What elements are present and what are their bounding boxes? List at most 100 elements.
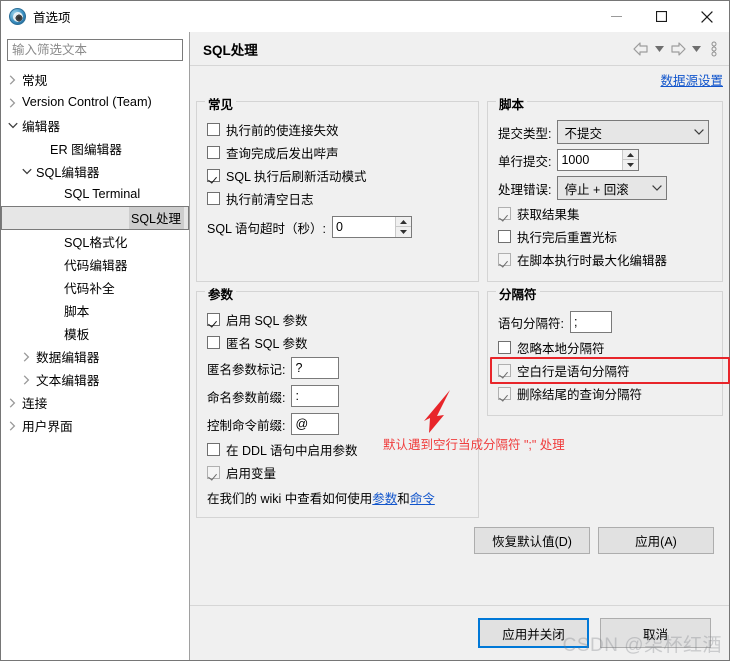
sidebar-item[interactable]: 用户界面 bbox=[1, 414, 189, 437]
sql-timeout-label: SQL 语句超时（秒）: bbox=[207, 221, 326, 236]
checkbox-anonymous-sql-parameters[interactable]: 匿名 SQL 参数 bbox=[207, 331, 468, 354]
sql-timeout-input[interactable] bbox=[333, 217, 395, 237]
search-input[interactable] bbox=[7, 39, 183, 61]
sql-timeout-stepper[interactable] bbox=[332, 216, 412, 238]
chevron-down-icon[interactable] bbox=[5, 122, 20, 129]
sidebar-item[interactable]: SQL格式化 bbox=[1, 230, 189, 253]
statement-delimiter-row: 语句分隔符: bbox=[498, 308, 712, 336]
checkbox-label: 删除结尾的查询分隔符 bbox=[517, 388, 643, 402]
cancel-button[interactable]: 取消 bbox=[600, 618, 711, 648]
sidebar-item[interactable]: 编辑器 bbox=[1, 114, 189, 137]
forward-dropdown-chevron-down-icon[interactable] bbox=[689, 46, 704, 52]
checkbox-label: 执行完后重置光标 bbox=[517, 231, 618, 245]
sidebar-item[interactable]: 模板 bbox=[1, 322, 189, 345]
checkbox-refresh-active-schema[interactable]: SQL 执行后刷新活动模式 bbox=[207, 164, 468, 187]
back-dropdown-chevron-down-icon[interactable] bbox=[652, 46, 667, 52]
preferences-tree: 常规 Version Control (Team) 编辑器 ER 图编辑器 SQL编辑器… bbox=[1, 66, 189, 437]
settings-row-top: 常见 执行前的使连接失效 查询完成后发出哔声 SQL 执行后刷新活动模式 执行前… bbox=[196, 92, 723, 282]
checkbox-fetch-resultsets[interactable]: 获取结果集 bbox=[498, 202, 712, 225]
checkbox-clear-log-before-execute[interactable]: 执行前清空日志 bbox=[207, 187, 468, 210]
sidebar-item-label: 用户界面 bbox=[22, 419, 73, 434]
stepper-down-icon[interactable] bbox=[623, 160, 639, 170]
chevron-down-icon[interactable] bbox=[19, 168, 34, 175]
restore-defaults-button[interactable]: 恢复默认值(D) bbox=[474, 526, 590, 554]
checkbox-enable-variables[interactable]: 启用变量 bbox=[207, 461, 468, 484]
stepper-up-icon[interactable] bbox=[396, 217, 411, 227]
checkbox-ignore-native-delimiter[interactable]: 忽略本地分隔符 bbox=[498, 336, 712, 359]
sidebar-item[interactable]: 代码编辑器 bbox=[1, 253, 189, 276]
sidebar-item[interactable]: SQL编辑器 bbox=[1, 160, 189, 183]
annotation-text: 默认遇到空行当成分隔符 ";" 处理 bbox=[383, 438, 565, 452]
checkbox-box bbox=[207, 466, 220, 479]
delimiter-group: 分隔符 语句分隔符: 忽略本地分隔符 空白行是语句分隔符 bbox=[487, 284, 723, 416]
checkbox-box bbox=[207, 169, 220, 182]
commit-type-label: 提交类型: bbox=[498, 126, 552, 141]
sidebar-item-label: ER 图编辑器 bbox=[50, 142, 122, 157]
stepper-down-icon[interactable] bbox=[396, 227, 411, 237]
sidebar-item[interactable]: 文本编辑器 bbox=[1, 368, 189, 391]
checkbox-label: 执行前的使连接失效 bbox=[226, 124, 339, 138]
common-group-title: 常见 bbox=[205, 94, 237, 113]
chevron-down-icon bbox=[652, 185, 663, 191]
close-icon[interactable] bbox=[684, 1, 729, 32]
datasource-settings-link[interactable]: 数据源设置 bbox=[660, 70, 723, 89]
checkbox-box bbox=[207, 192, 220, 205]
back-arrow-icon[interactable] bbox=[630, 42, 652, 56]
sidebar-item-label: Version Control (Team) bbox=[22, 95, 152, 109]
checkbox-beep-on-query-end[interactable]: 查询完成后发出哔声 bbox=[207, 141, 468, 164]
sidebar-item[interactable]: 常规 bbox=[1, 68, 189, 91]
sidebar-item[interactable]: 代码补全 bbox=[1, 276, 189, 299]
statement-delimiter-input[interactable] bbox=[569, 311, 612, 333]
wiki-commands-link[interactable]: 命令 bbox=[410, 492, 435, 506]
sidebar-item[interactable]: 数据编辑器 bbox=[1, 345, 189, 368]
sidebar-item-label: 编辑器 bbox=[22, 119, 61, 134]
wiki-middle-text: 和 bbox=[397, 492, 410, 506]
sidebar-item[interactable]: SQL处理 bbox=[1, 206, 189, 230]
chevron-right-icon[interactable] bbox=[19, 351, 34, 362]
minimize-icon[interactable] bbox=[594, 1, 639, 32]
datasource-link-row: 数据源设置 bbox=[190, 66, 729, 92]
wiki-params-link[interactable]: 参数 bbox=[372, 492, 397, 506]
checkbox-invalidate-before-execute[interactable]: 执行前的使连接失效 bbox=[207, 118, 468, 141]
chevron-right-icon[interactable] bbox=[5, 74, 20, 85]
checkbox-box bbox=[498, 207, 511, 220]
settings-row-bottom: 参数 启用 SQL 参数 匿名 SQL 参数 匿名参数标记: ? 命名参数前缀:… bbox=[196, 282, 723, 518]
commit-lines-input[interactable] bbox=[558, 150, 623, 170]
more-vertical-icon[interactable] bbox=[704, 41, 720, 57]
checkbox-maximize-editor-on-script-execute[interactable]: 在脚本执行时最大化编辑器 bbox=[498, 248, 712, 271]
checkbox-blank-line-is-delimiter[interactable]: 空白行是语句分隔符 bbox=[498, 359, 712, 382]
commit-lines-stepper[interactable] bbox=[557, 149, 640, 171]
sidebar-item[interactable]: SQL Terminal bbox=[1, 183, 189, 206]
error-handling-select[interactable]: 停止 + 回滚 bbox=[557, 176, 668, 200]
checkbox-remove-trailing-delimiter[interactable]: 删除结尾的查询分隔符 bbox=[498, 382, 712, 405]
chevron-right-icon[interactable] bbox=[19, 374, 34, 385]
checkbox-box bbox=[207, 313, 220, 326]
chevron-right-icon[interactable] bbox=[5, 97, 20, 108]
sidebar-item[interactable]: ER 图编辑器 bbox=[1, 137, 189, 160]
chevron-right-icon[interactable] bbox=[5, 420, 20, 431]
sidebar-item[interactable]: Version Control (Team) bbox=[1, 91, 189, 114]
red-down-arrow-icon bbox=[420, 388, 458, 439]
stepper-buttons[interactable] bbox=[622, 150, 639, 170]
anonymous-param-mark-input[interactable] bbox=[291, 357, 340, 379]
named-param-prefix-input[interactable] bbox=[291, 385, 340, 407]
chevron-right-icon[interactable] bbox=[5, 397, 20, 408]
sidebar-item[interactable]: 连接 bbox=[1, 391, 189, 414]
wiki-prefix-text: 在我们的 wiki 中查看如何使用 bbox=[207, 492, 373, 506]
stepper-buttons[interactable] bbox=[395, 217, 411, 237]
checkbox-box bbox=[498, 341, 511, 354]
sidebar-item[interactable]: 脚本 bbox=[1, 299, 189, 322]
stepper-up-icon[interactable] bbox=[623, 150, 639, 160]
page-action-row: 恢复默认值(D) 应用(A) bbox=[196, 518, 723, 562]
maximize-icon[interactable] bbox=[639, 1, 684, 32]
forward-arrow-icon[interactable] bbox=[667, 42, 689, 56]
apply-button[interactable]: 应用(A) bbox=[598, 526, 714, 554]
commit-type-select[interactable]: 不提交 bbox=[557, 120, 710, 144]
checkbox-reset-cursor-after-execute[interactable]: 执行完后重置光标 bbox=[498, 225, 712, 248]
sidebar-item-label: 文本编辑器 bbox=[36, 373, 100, 388]
page-header-tools bbox=[630, 32, 720, 66]
checkbox-enable-sql-parameters[interactable]: 启用 SQL 参数 bbox=[207, 308, 468, 331]
control-command-prefix-input[interactable] bbox=[291, 413, 340, 435]
apply-and-close-button[interactable]: 应用并关闭 bbox=[478, 618, 589, 648]
page-title: SQL处理 bbox=[203, 42, 258, 58]
